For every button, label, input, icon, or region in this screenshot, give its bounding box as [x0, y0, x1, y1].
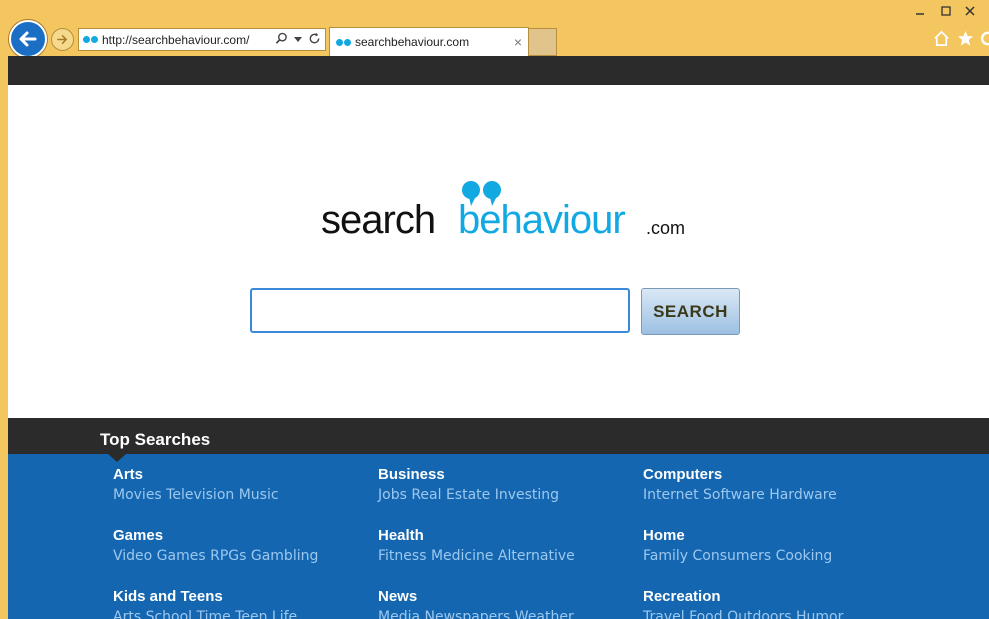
forward-button[interactable]: [51, 28, 74, 51]
arrow-left-icon: [19, 31, 37, 47]
browser-tab[interactable]: searchbehaviour.com ×: [329, 27, 529, 56]
category-title[interactable]: Arts: [113, 466, 279, 483]
logo-text-domain: .com: [646, 218, 686, 238]
search-button[interactable]: SEARCH: [641, 288, 740, 335]
home-icon[interactable]: [933, 30, 950, 47]
top-navigation-bar: [8, 56, 989, 85]
category-links[interactable]: Fitness Medicine Alternative: [378, 548, 575, 564]
search-icon[interactable]: [275, 32, 288, 45]
logo-text-search: search: [321, 198, 436, 242]
address-bar[interactable]: http://searchbehaviour.com/: [78, 28, 326, 51]
category-title[interactable]: Health: [378, 527, 575, 544]
top-searches-title: Top Searches: [100, 430, 211, 449]
address-url[interactable]: http://searchbehaviour.com/: [102, 33, 249, 47]
settings-gear-icon[interactable]: [979, 30, 989, 47]
search-input[interactable]: [250, 288, 630, 333]
category-title[interactable]: Home: [643, 527, 832, 544]
top-searches-bar: Top Searches: [8, 418, 989, 454]
browser-chrome: http://searchbehaviour.com/ searchbehavi…: [0, 0, 989, 58]
category-links[interactable]: Movies Television Music: [113, 487, 279, 503]
category-links[interactable]: Internet Software Hardware: [643, 487, 837, 503]
category-business[interactable]: Business Jobs Real Estate Investing: [378, 466, 559, 503]
category-health[interactable]: Health Fitness Medicine Alternative: [378, 527, 575, 564]
category-news[interactable]: News Media Newspapers Weather: [378, 588, 574, 619]
category-links[interactable]: Video Games RPGs Gambling: [113, 548, 318, 564]
tab-title: searchbehaviour.com: [355, 35, 470, 49]
category-computers[interactable]: Computers Internet Software Hardware: [643, 466, 837, 503]
top-searches-pointer: [108, 454, 126, 462]
arrow-right-icon: [57, 35, 68, 44]
refresh-icon[interactable]: [308, 32, 321, 45]
category-links[interactable]: Arts School Time Teen Life: [113, 609, 297, 619]
maximize-icon[interactable]: [939, 4, 953, 18]
category-title[interactable]: Games: [113, 527, 318, 544]
categories-panel: Arts Movies Television Music Business Jo…: [8, 454, 989, 619]
category-title[interactable]: Recreation: [643, 588, 843, 605]
minimize-icon[interactable]: [913, 4, 927, 18]
category-home[interactable]: Home Family Consumers Cooking: [643, 527, 832, 564]
category-kids-and-teens[interactable]: Kids and Teens Arts School Time Teen Lif…: [113, 588, 297, 619]
category-links[interactable]: Jobs Real Estate Investing: [378, 487, 559, 503]
favorites-star-icon[interactable]: [957, 30, 974, 47]
category-arts[interactable]: Arts Movies Television Music: [113, 466, 279, 503]
tab-close-icon[interactable]: ×: [514, 34, 522, 50]
category-games[interactable]: Games Video Games RPGs Gambling: [113, 527, 318, 564]
category-title[interactable]: Business: [378, 466, 559, 483]
close-window-icon[interactable]: [963, 4, 977, 18]
tab-favicon-icon: [336, 38, 351, 46]
category-links[interactable]: Travel Food Outdoors Humor: [643, 609, 843, 619]
back-button[interactable]: [9, 20, 47, 58]
dropdown-arrow-icon[interactable]: [294, 35, 302, 43]
site-logo: search behaviour .com: [321, 176, 691, 246]
page-content: search behaviour .com SEARCH Top Searche…: [8, 56, 989, 619]
category-links[interactable]: Family Consumers Cooking: [643, 548, 832, 564]
category-links[interactable]: Media Newspapers Weather: [378, 609, 574, 619]
logo-text-behaviour: behaviour: [458, 198, 626, 242]
category-title[interactable]: News: [378, 588, 574, 605]
category-recreation[interactable]: Recreation Travel Food Outdoors Humor: [643, 588, 843, 619]
category-title[interactable]: Kids and Teens: [113, 588, 297, 605]
new-tab-button[interactable]: [529, 28, 557, 56]
category-title[interactable]: Computers: [643, 466, 837, 483]
site-favicon-icon: [83, 36, 98, 43]
